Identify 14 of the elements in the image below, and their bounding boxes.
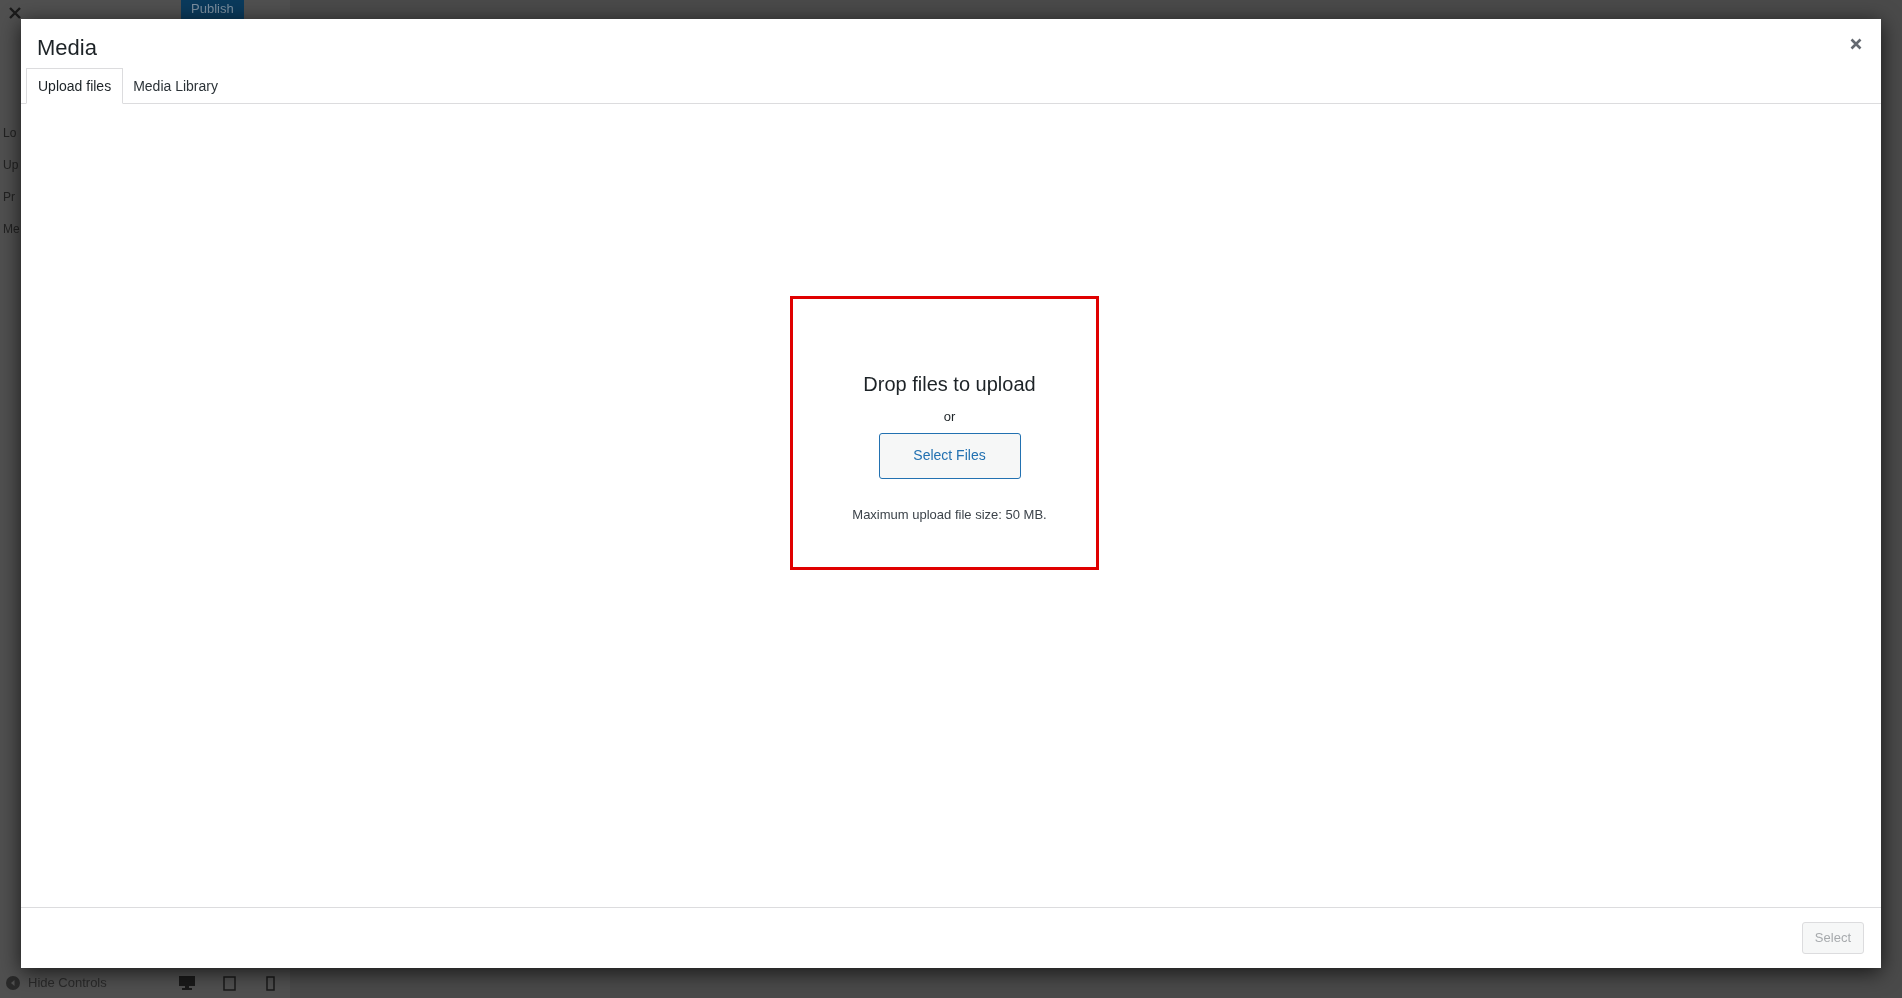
tablet-icon[interactable] (222, 975, 236, 991)
collapse-icon[interactable] (6, 976, 20, 990)
tab[interactable]: Upload files (26, 68, 124, 104)
close-icon[interactable] (9, 7, 21, 19)
phone-icon[interactable] (265, 975, 275, 991)
separator-text: or (943, 408, 956, 426)
desktop-icon[interactable] (178, 976, 195, 990)
tab[interactable]: Media Library (123, 68, 228, 104)
close-icon[interactable] (1849, 37, 1863, 51)
modal-title: Media (37, 34, 97, 62)
publish-button[interactable]: Publish (181, 0, 244, 21)
upload-size-note: Maximum upload file size: 50 MB. (852, 505, 1047, 524)
select-files-button[interactable]: Select Files (878, 432, 1021, 479)
drop-heading: Drop files to upload (863, 372, 1036, 397)
